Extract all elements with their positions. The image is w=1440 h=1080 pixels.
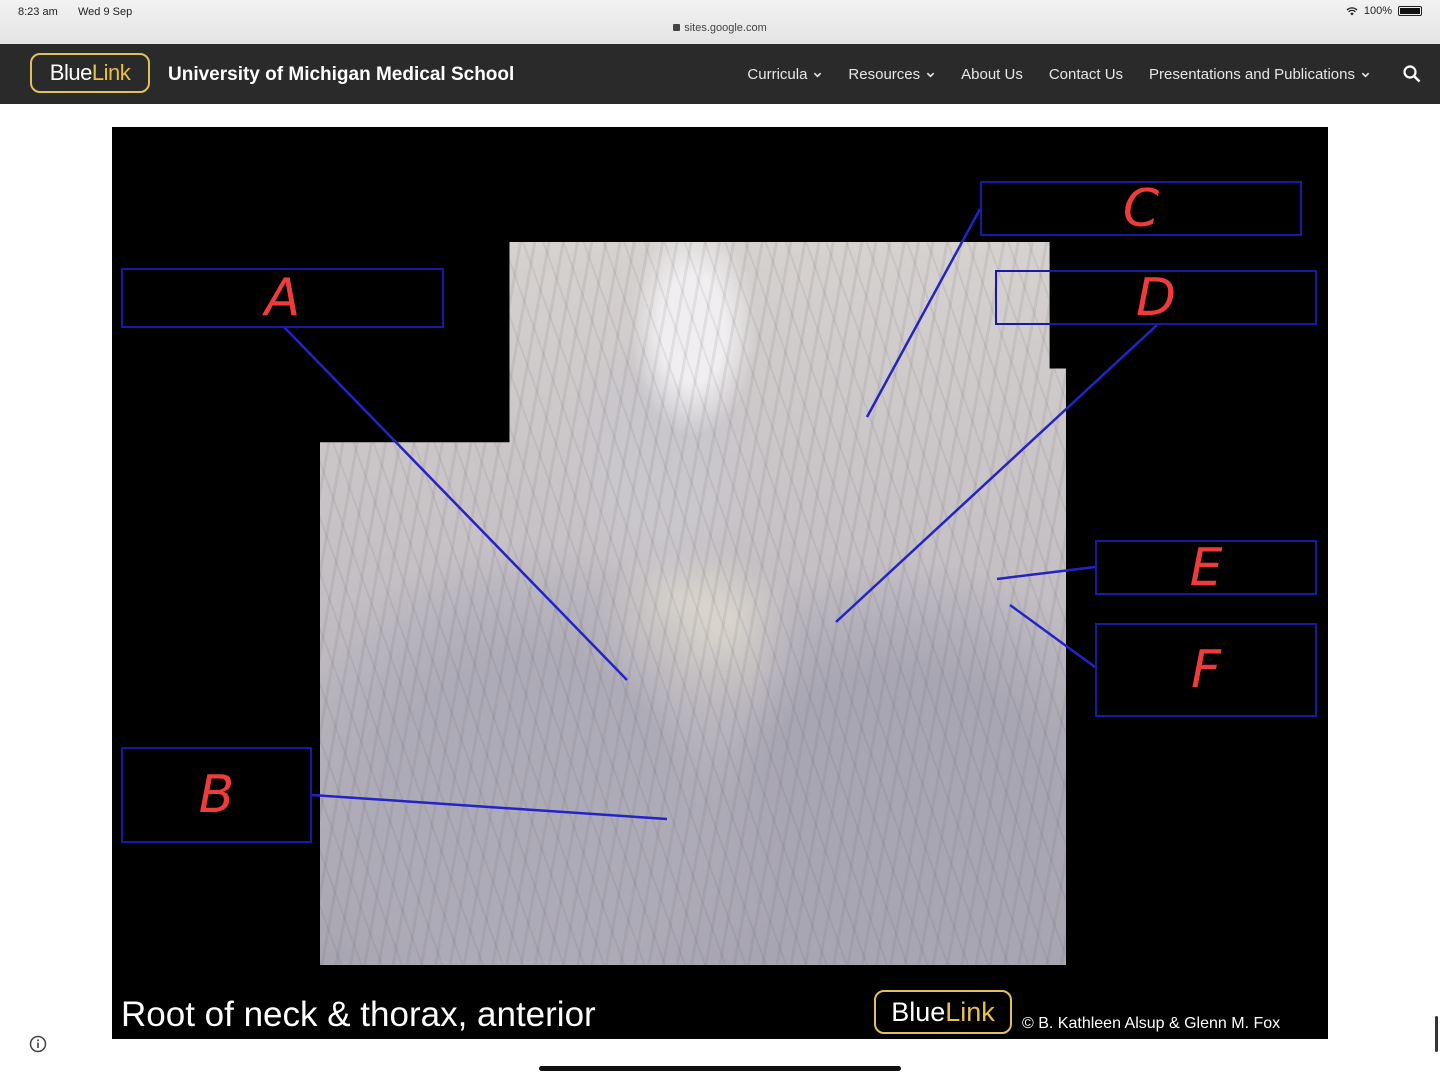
nav-item-label: Contact Us xyxy=(1048,66,1124,83)
url-text: sites.google.com xyxy=(684,22,767,34)
bluelink-logo[interactable]: Blue Link xyxy=(30,53,150,93)
slide-logo-link-text: Link xyxy=(945,996,995,1027)
label-box-c[interactable]: C xyxy=(980,178,1302,239)
slide-bluelink-logo: Blue Link xyxy=(874,990,1012,1034)
status-date: Wed 9 Sep xyxy=(78,6,133,18)
status-indicators: 100% xyxy=(1346,5,1422,17)
label-box-b[interactable]: B xyxy=(121,747,312,843)
main-nav: Curricula Resources About Us Contact Us … xyxy=(747,66,1370,83)
chevron-down-icon xyxy=(926,72,935,78)
battery-percent: 100% xyxy=(1363,5,1392,17)
label-letter-f: F xyxy=(1191,640,1221,700)
leader-line-a xyxy=(283,326,628,681)
label-letter-c: C xyxy=(1122,178,1160,239)
lock-icon xyxy=(673,24,681,31)
battery-icon xyxy=(1398,6,1422,16)
leader-line-c xyxy=(865,208,982,418)
nav-item-label: Curricula xyxy=(747,66,808,83)
nav-item-presentations[interactable]: Presentations and Publications xyxy=(1149,66,1370,83)
logo-blue-text: Blue xyxy=(49,60,93,85)
url-bar[interactable]: sites.google.com xyxy=(0,22,1440,34)
leader-line-b xyxy=(311,793,668,821)
nav-item-about-us[interactable]: About Us xyxy=(961,66,1023,83)
nav-item-label: Presentations and Publications xyxy=(1149,66,1355,83)
leader-line-e xyxy=(996,565,1096,581)
label-letter-d: D xyxy=(1135,267,1177,328)
scrollbar-thumb[interactable] xyxy=(1435,1016,1438,1052)
wifi-icon xyxy=(1346,6,1358,15)
copyright-text: © B. Kathleen Alsup & Glenn M. Fox xyxy=(1022,1015,1281,1032)
slide-caption: Root of neck & thorax, anterior xyxy=(121,995,596,1034)
info-icon[interactable] xyxy=(29,1035,47,1053)
nav-item-curricula[interactable]: Curricula xyxy=(747,66,822,83)
chevron-down-icon xyxy=(814,72,822,78)
label-box-a[interactable]: A xyxy=(121,268,444,328)
leader-line-f xyxy=(1009,603,1096,669)
logo-link-text: Link xyxy=(91,60,131,85)
nav-item-contact-us[interactable]: Contact Us xyxy=(1049,66,1123,83)
label-box-f[interactable]: F xyxy=(1095,623,1317,717)
status-time: 8:23 am xyxy=(18,6,58,18)
site-title[interactable]: University of Michigan Medical School xyxy=(168,64,514,86)
label-letter-b: B xyxy=(198,765,235,825)
search-icon[interactable] xyxy=(1402,64,1422,84)
anatomy-slide: A B C D E F Root of neck & thorax, anter… xyxy=(112,127,1328,1039)
label-box-e[interactable]: E xyxy=(1095,537,1317,598)
label-box-d[interactable]: D xyxy=(995,267,1317,328)
chevron-down-icon xyxy=(1361,72,1370,78)
nav-item-resources[interactable]: Resources xyxy=(848,66,935,83)
nav-item-label: Resources xyxy=(848,66,921,83)
status-bar: 8:23 am Wed 9 Sep sites.google.com 100% xyxy=(0,0,1440,44)
label-letter-a: A xyxy=(264,268,301,328)
nav-item-label: About Us xyxy=(961,66,1023,83)
home-indicator[interactable] xyxy=(539,1066,901,1071)
site-header: Blue Link University of Michigan Medical … xyxy=(0,44,1440,104)
slide-logo-blue-text: Blue xyxy=(891,996,946,1027)
label-letter-e: E xyxy=(1189,537,1223,598)
